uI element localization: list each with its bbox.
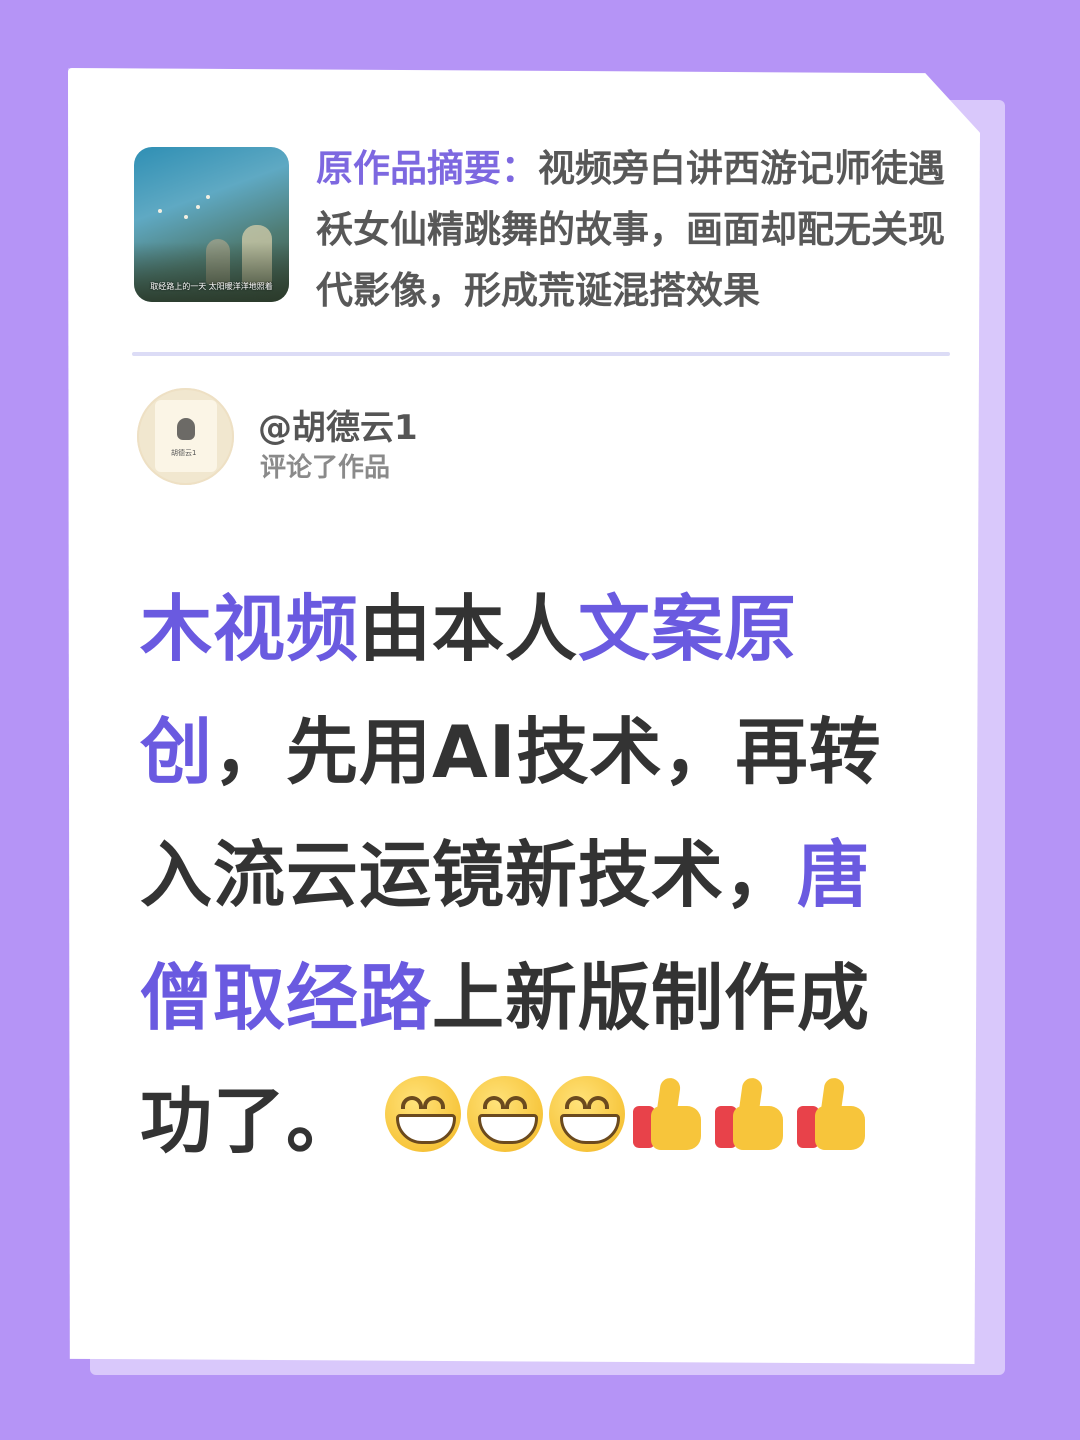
thumbs-up-icon [713, 1076, 789, 1152]
comment-action: 评论了作品 [260, 453, 391, 483]
summary-label: 原作品摘要： [316, 147, 538, 190]
thumbnail-grass [134, 242, 289, 302]
comment-segment: ，先用AI技术，再转入流云运镜新技术， [140, 710, 882, 917]
thumbnail-caption: 取经路上的一天 太阳暖洋洋地照着 [150, 282, 273, 291]
grinning-face-icon [385, 1076, 462, 1152]
comment-highlight: 木视频 [140, 587, 360, 671]
avatar-caption: 胡德云1 [171, 449, 197, 457]
comment-text: 木视频由本人文案原创，先用AI技术，再转入流云运镜新技术，唐僧取经路上新版制作成… [140, 568, 940, 1183]
original-work-thumbnail[interactable]: 取经路上的一天 太阳暖洋洋地照着 [134, 147, 289, 302]
thumbnail-flower [184, 215, 188, 219]
divider [132, 352, 950, 356]
thumbnail-flower [158, 209, 162, 213]
avatar[interactable]: 胡德云1 [137, 388, 234, 485]
avatar-person [177, 418, 195, 440]
grinning-face-icon [549, 1076, 626, 1152]
thumbs-up-icon [631, 1076, 707, 1152]
comment-segment: 由本人 [359, 587, 579, 671]
original-work-summary: 原作品摘要：视频旁白讲西游记师徒遇袄女仙精跳舞的故事，画面却配无关现代影像，形成… [316, 138, 956, 321]
thumbs-up-icon [795, 1076, 871, 1152]
commenter-username[interactable]: @胡德云1 [258, 400, 418, 449]
thumbnail-flower [196, 205, 200, 209]
grinning-face-icon [467, 1076, 544, 1152]
thumbnail-flower [206, 195, 210, 199]
